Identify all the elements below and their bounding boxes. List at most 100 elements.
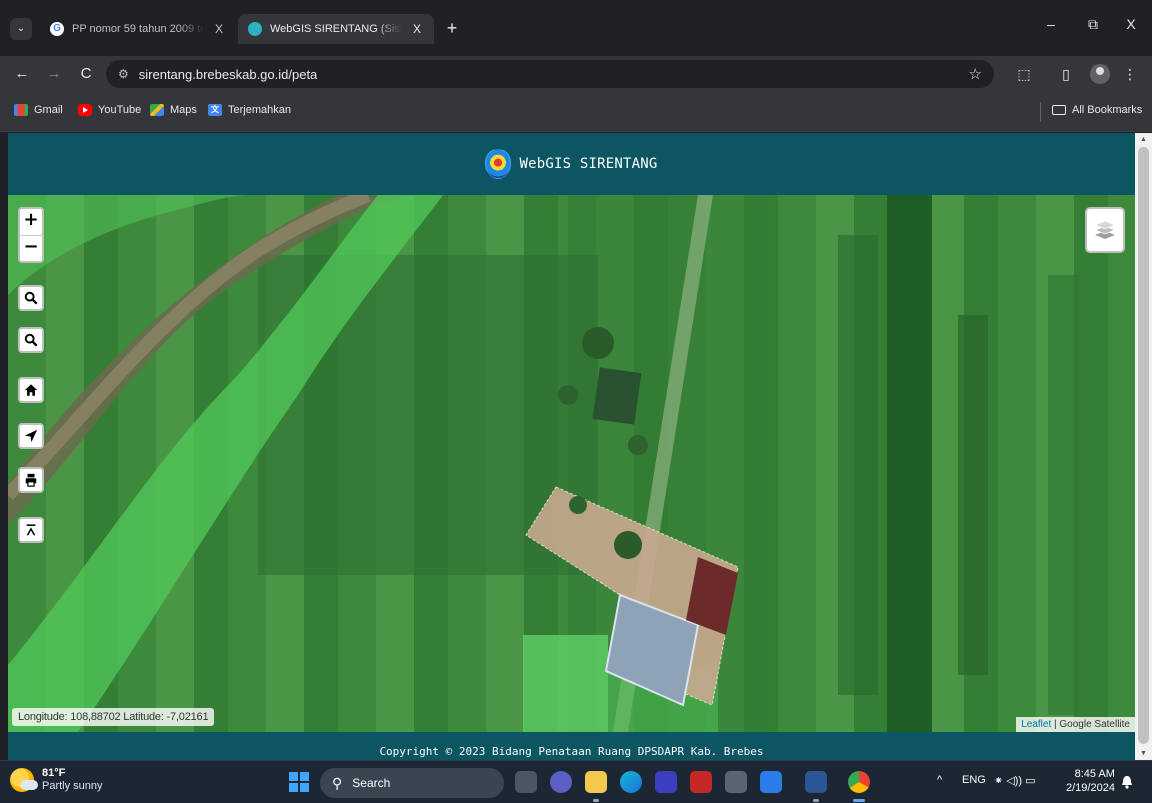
locate-button[interactable]	[18, 423, 44, 449]
bookmark-star-icon[interactable]: ☆	[969, 65, 982, 83]
back-button[interactable]: ←	[12, 64, 32, 84]
map-attribution: Leaflet | Google Satellite	[1016, 717, 1135, 732]
layers-control-button[interactable]	[1085, 207, 1125, 253]
file-explorer-icon[interactable]	[585, 771, 607, 793]
edge-icon[interactable]	[620, 771, 642, 793]
tab-title: PP nomor 59 tahun 2009 tentang	[72, 23, 204, 35]
address-bar[interactable]: ⚙ sirentang.brebeskab.go.id/peta ☆	[106, 60, 994, 88]
attribution-provider: Google Satellite	[1059, 719, 1130, 730]
maps-icon	[150, 104, 164, 116]
tab-close-button[interactable]: X	[410, 22, 424, 36]
close-window-button[interactable]: X	[1120, 16, 1142, 32]
bookmark-label: Maps	[170, 104, 197, 116]
partly-sunny-icon	[10, 768, 38, 792]
app-icon[interactable]	[655, 771, 677, 793]
gmail-icon	[14, 104, 28, 116]
tab-search-button[interactable]: ⌄	[10, 18, 32, 40]
search-location-button[interactable]	[18, 327, 44, 353]
arrow-up-bar-icon	[26, 524, 36, 536]
bookmarks-bar: Gmail YouTube Maps 文 Terjemahkan All Boo…	[0, 92, 1152, 132]
search-button[interactable]	[18, 285, 44, 311]
tab-close-button[interactable]: X	[212, 22, 226, 36]
new-tab-button[interactable]: +	[442, 18, 462, 38]
browser-toolbar: ← → C ⚙ sirentang.brebeskab.go.id/peta ☆…	[0, 56, 1152, 92]
word-icon[interactable]	[805, 771, 827, 793]
forward-button[interactable]: →	[44, 64, 64, 84]
coordinate-readout: Longitude: 108,88702 Latitude: -7,02161	[12, 708, 215, 726]
translate-icon: 文	[208, 104, 222, 116]
search-label: Search	[352, 776, 391, 790]
restore-button[interactable]: ⧉	[1082, 16, 1104, 33]
leaflet-link[interactable]: Leaflet	[1021, 719, 1051, 730]
zoning-overlay-bottom	[523, 635, 608, 732]
site-info-icon[interactable]: ⚙	[118, 67, 129, 81]
browser-menu-icon[interactable]: ⋮	[1120, 64, 1140, 84]
store-icon[interactable]	[760, 771, 782, 793]
search-icon	[24, 291, 38, 305]
site-footer: Copyright © 2023 Bidang Penataan Ruang D…	[8, 732, 1135, 760]
satellite-imagery	[8, 195, 1078, 732]
scroll-up-arrow[interactable]: ▲	[1135, 136, 1152, 143]
running-indicator	[593, 799, 599, 802]
webgis-page: WebGIS SIRENTANG + − Longitude: 108,8870…	[8, 133, 1135, 760]
clock-date: 2/19/2024	[1066, 782, 1115, 794]
meet-icon[interactable]	[550, 771, 572, 793]
clock[interactable]: 8:45 AM 2/19/2024	[1066, 767, 1115, 795]
bookmark-label: Gmail	[34, 104, 63, 116]
search-icon	[24, 333, 38, 347]
reload-button[interactable]: C	[76, 64, 96, 84]
sidebar-icon[interactable]: ▯	[1056, 64, 1076, 84]
scroll-down-arrow[interactable]: ▼	[1135, 750, 1152, 757]
page-title: WebGIS SIRENTANG	[519, 156, 658, 172]
layers-icon	[1094, 220, 1116, 239]
tab-webgis-sirentang[interactable]: WebGIS SIRENTANG (Sistem Informasi X	[238, 14, 434, 44]
google-g-icon: G	[50, 22, 64, 36]
network-sound-battery-icons[interactable]: ⁕ ◁)) ▭	[994, 774, 1036, 787]
search-icon: ⚲	[332, 774, 343, 791]
tab-pp-nomor-59[interactable]: G PP nomor 59 tahun 2009 tentang X	[40, 14, 236, 44]
bookmark-label: All Bookmarks	[1072, 104, 1143, 116]
taskbar-search[interactable]: ⚲ Search	[320, 768, 504, 798]
mcafee-icon[interactable]	[690, 771, 712, 793]
all-bookmarks-button[interactable]: All Bookmarks	[1052, 104, 1142, 116]
windows-start-icon[interactable]	[289, 772, 309, 792]
profile-avatar[interactable]	[1090, 64, 1110, 84]
bookmark-terjemahkan[interactable]: 文 Terjemahkan	[208, 104, 291, 116]
folder-icon	[1052, 105, 1066, 115]
chrome-icon[interactable]	[848, 771, 870, 793]
scroll-top-button[interactable]	[18, 517, 44, 543]
globe-icon	[248, 22, 262, 36]
bookmark-gmail[interactable]: Gmail	[14, 104, 63, 116]
bookmark-label: Terjemahkan	[228, 104, 291, 116]
minimize-button[interactable]: –	[1040, 16, 1062, 32]
home-icon	[24, 384, 38, 396]
location-arrow-icon	[24, 429, 38, 443]
youtube-icon	[78, 104, 92, 116]
bookmark-label: YouTube	[98, 104, 142, 116]
active-indicator	[853, 799, 865, 802]
footer-copyright: Copyright © 2023 Bidang Penataan Ruang D…	[379, 745, 764, 758]
camera-icon[interactable]	[725, 771, 747, 793]
zoom-control: + −	[18, 207, 44, 263]
extensions-icon[interactable]: ⬚	[1014, 64, 1034, 84]
bookmark-maps[interactable]: Maps	[150, 104, 197, 116]
page-scrollbar[interactable]: ▲ ▼	[1135, 133, 1152, 760]
weather-widget[interactable]: 81°F Partly sunny	[10, 767, 103, 793]
scrollbar-thumb[interactable]	[1138, 147, 1149, 744]
print-button[interactable]	[18, 467, 44, 493]
tray-overflow-chevron[interactable]: ^	[937, 774, 942, 786]
task-view-icon[interactable]	[515, 771, 537, 793]
clock-time: 8:45 AM	[1074, 768, 1115, 780]
zoom-out-button[interactable]: −	[20, 235, 42, 261]
home-button[interactable]	[18, 377, 44, 403]
browser-tab-strip: ⌄ G PP nomor 59 tahun 2009 tentang X Web…	[0, 0, 1152, 56]
weather-temp: 81°F	[42, 767, 66, 779]
zoom-in-button[interactable]: +	[20, 209, 42, 235]
bookmark-youtube[interactable]: YouTube	[78, 104, 141, 116]
map-view[interactable]: + − Longitude: 108,88702 Latitude: -7,02…	[8, 195, 1135, 732]
notification-bell-icon[interactable]	[1121, 775, 1133, 789]
windows-taskbar: 81°F Partly sunny ⚲ Search ^ ENG ⁕ ◁)) ▭…	[0, 760, 1152, 803]
brebes-logo	[485, 149, 512, 179]
address-url[interactable]: sirentang.brebeskab.go.id/peta	[139, 67, 318, 82]
input-language[interactable]: ENG	[962, 774, 986, 786]
